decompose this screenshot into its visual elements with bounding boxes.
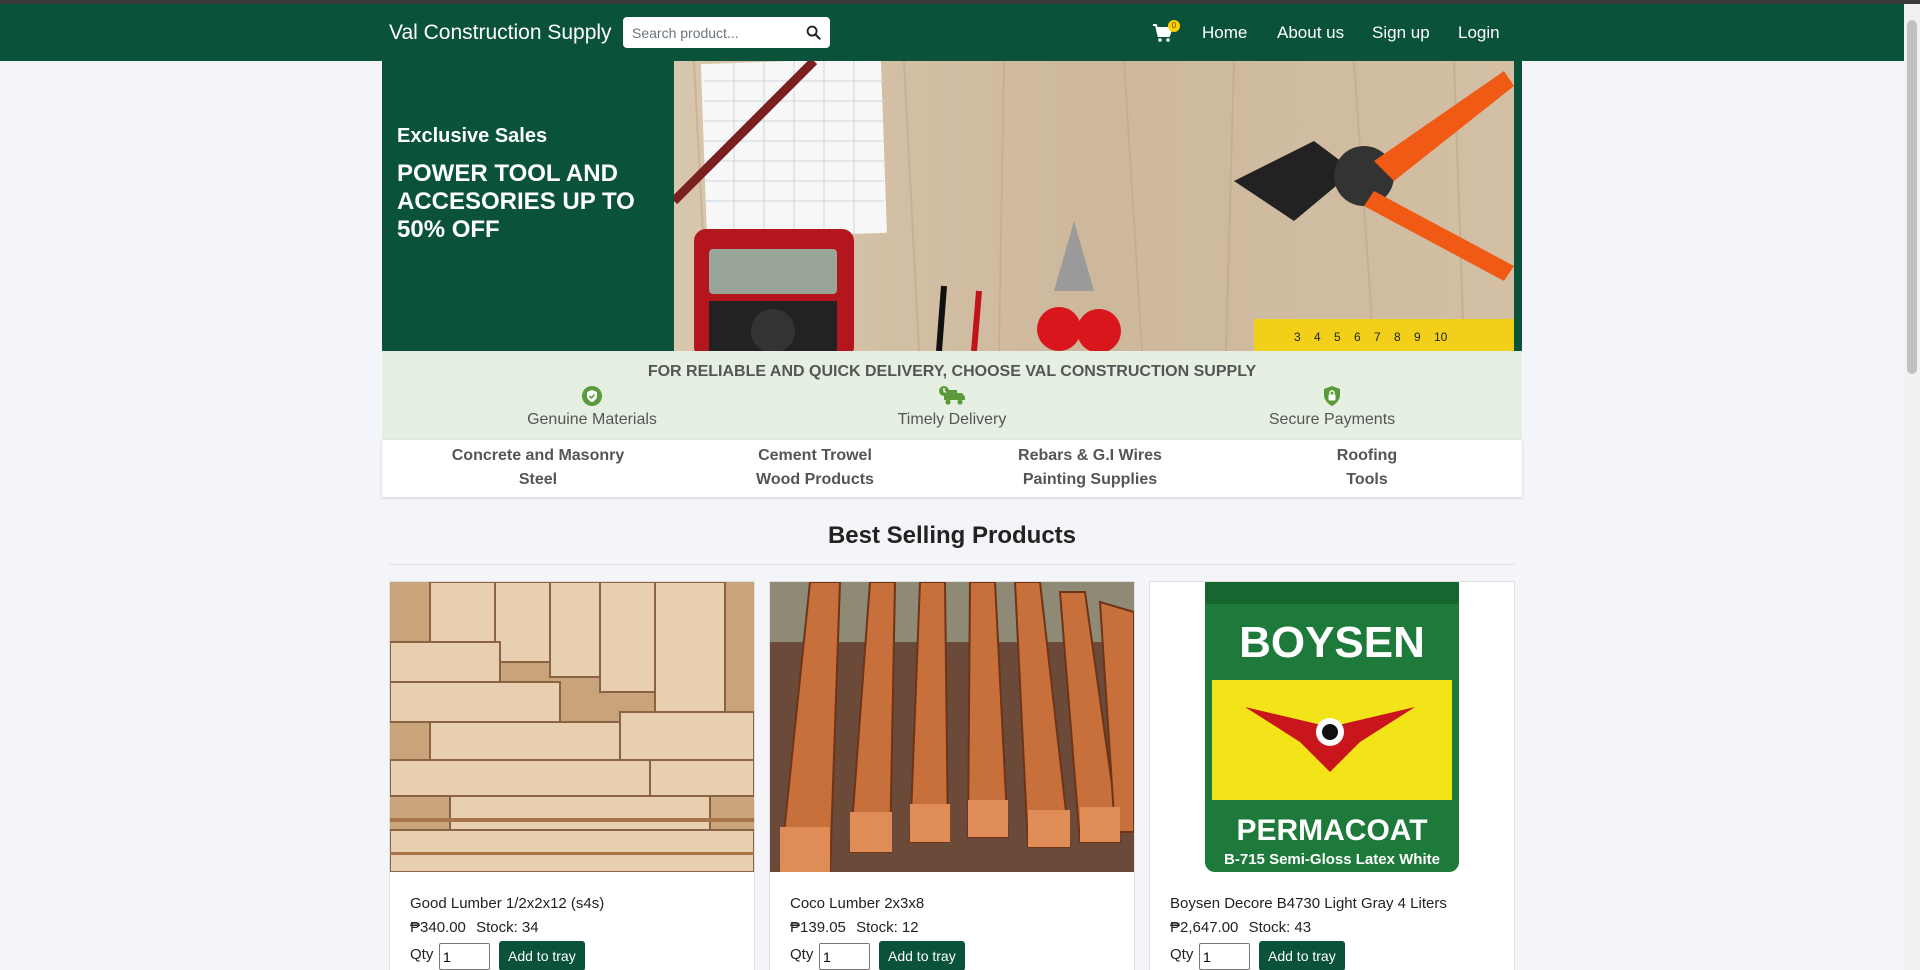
feature-secure-payments: Secure Payments [1212,385,1452,429]
product-name[interactable]: Coco Lumber 2x3x8 [790,895,924,912]
category-rebars-gi-wires[interactable]: Rebars & G.I Wires [960,447,1220,465]
search-icon[interactable] [806,25,821,40]
nav-login[interactable]: Login [1458,23,1500,43]
feature-label: Timely Delivery [897,411,1007,428]
product-image-boysen-paint[interactable]: BOYSEN PERMACOAT B-715 Semi-Gloss Latex … [1150,582,1514,872]
navbar: Val Construction Supply 0 Home About us … [0,4,1904,61]
hero-text: Exclusive Sales POWER TOOL AND ACCESORIE… [397,125,657,244]
add-to-tray-button[interactable]: Add to tray [1259,941,1345,970]
lock-shield-icon [1324,386,1340,406]
section-divider [389,564,1515,565]
hero-title: POWER TOOL AND ACCESORIES UP TO 50% OFF [397,160,635,243]
best-selling-heading: Best Selling Products [827,522,1077,549]
product-price: ₱340.00 [410,919,466,936]
category-painting-supplies[interactable]: Painting Supplies [960,471,1220,489]
quantity-input[interactable] [439,943,490,970]
category-cement-trowel[interactable]: Cement Trowel [685,447,945,465]
category-tools[interactable]: Tools [1237,471,1497,489]
delivery-truck-icon [939,386,965,405]
add-to-tray-button[interactable]: Add to tray [499,941,585,970]
cart-count-badge: 0 [1168,20,1180,32]
search-box [623,17,830,48]
paint-can-brand-text: BOYSEN [1239,618,1425,667]
qty-label: Qty [790,946,814,963]
svg-text:10: 10 [1434,330,1448,344]
scrollbar-thumb[interactable] [1907,20,1917,374]
product-price: ₱2,647.00 [1170,919,1239,936]
product-meta: ₱139.05 Stock: 12 [790,919,925,936]
nav-sign-up[interactable]: Sign up [1372,23,1430,43]
features-title: FOR RELIABLE AND QUICK DELIVERY, CHOOSE … [647,363,1257,380]
product-stock: Stock: 34 [476,919,539,936]
feature-genuine-materials: Genuine Materials [472,385,712,429]
quantity-input[interactable] [1199,943,1250,970]
add-to-tray-button[interactable]: Add to tray [879,941,965,970]
product-meta: ₱2,647.00 Stock: 43 [1170,919,1317,936]
product-card: Coco Lumber 2x3x8 ₱139.05 Stock: 12 Qty … [769,581,1135,970]
nav-home[interactable]: Home [1202,23,1247,43]
svg-text:9: 9 [1414,330,1421,344]
svg-text:8: 8 [1394,330,1401,344]
paint-can-sub-text: B-715 Semi-Gloss Latex White [1224,851,1440,868]
qty-label: Qty [410,946,434,963]
product-stock: Stock: 43 [1248,919,1312,936]
nav-about-us[interactable]: About us [1277,23,1344,43]
hero-banner: Exclusive Sales POWER TOOL AND ACCESORIE… [382,61,1522,351]
brand-logo-text[interactable]: Val Construction Supply [389,21,612,45]
product-name[interactable]: Good Lumber 1/2x2x12 (s4s) [410,895,604,912]
category-menu: Concrete and Masonry Cement Trowel Rebar… [382,440,1522,497]
category-roofing[interactable]: Roofing [1237,447,1497,465]
product-card: BOYSEN PERMACOAT B-715 Semi-Gloss Latex … [1149,581,1515,970]
hero-subtitle: Exclusive Sales [397,125,548,147]
svg-text:3: 3 [1294,330,1301,344]
shield-check-icon [582,386,602,406]
features-strip: FOR RELIABLE AND QUICK DELIVERY, CHOOSE … [382,351,1522,440]
product-image-lumber[interactable] [390,582,754,872]
product-price: ₱139.05 [790,919,846,936]
svg-text:7: 7 [1374,330,1381,344]
product-card: Good Lumber 1/2x2x12 (s4s) ₱340.00 Stock… [389,581,755,970]
product-image-coco-lumber[interactable] [770,582,1134,872]
paint-can-line-text: PERMACOAT [1236,814,1427,847]
category-wood-products[interactable]: Wood Products [685,471,945,489]
svg-text:6: 6 [1354,330,1361,344]
hero-tools-image: 345 678 9 10 [674,61,1514,351]
quantity-input[interactable] [819,943,870,970]
svg-text:4: 4 [1314,330,1321,344]
category-steel[interactable]: Steel [408,471,668,489]
product-meta: ₱340.00 Stock: 34 [410,919,545,936]
search-input[interactable] [623,17,803,48]
product-name[interactable]: Boysen Decore B4730 Light Gray 4 Liters [1170,895,1447,912]
product-stock: Stock: 12 [856,919,919,936]
svg-text:5: 5 [1334,330,1341,344]
qty-label: Qty [1170,946,1194,963]
category-concrete-and-masonry[interactable]: Concrete and Masonry [408,447,668,465]
feature-label: Secure Payments [1268,411,1396,428]
page-scrollbar[interactable] [1904,4,1920,970]
feature-label: Genuine Materials [527,411,657,428]
feature-timely-delivery: Timely Delivery [832,385,1072,429]
